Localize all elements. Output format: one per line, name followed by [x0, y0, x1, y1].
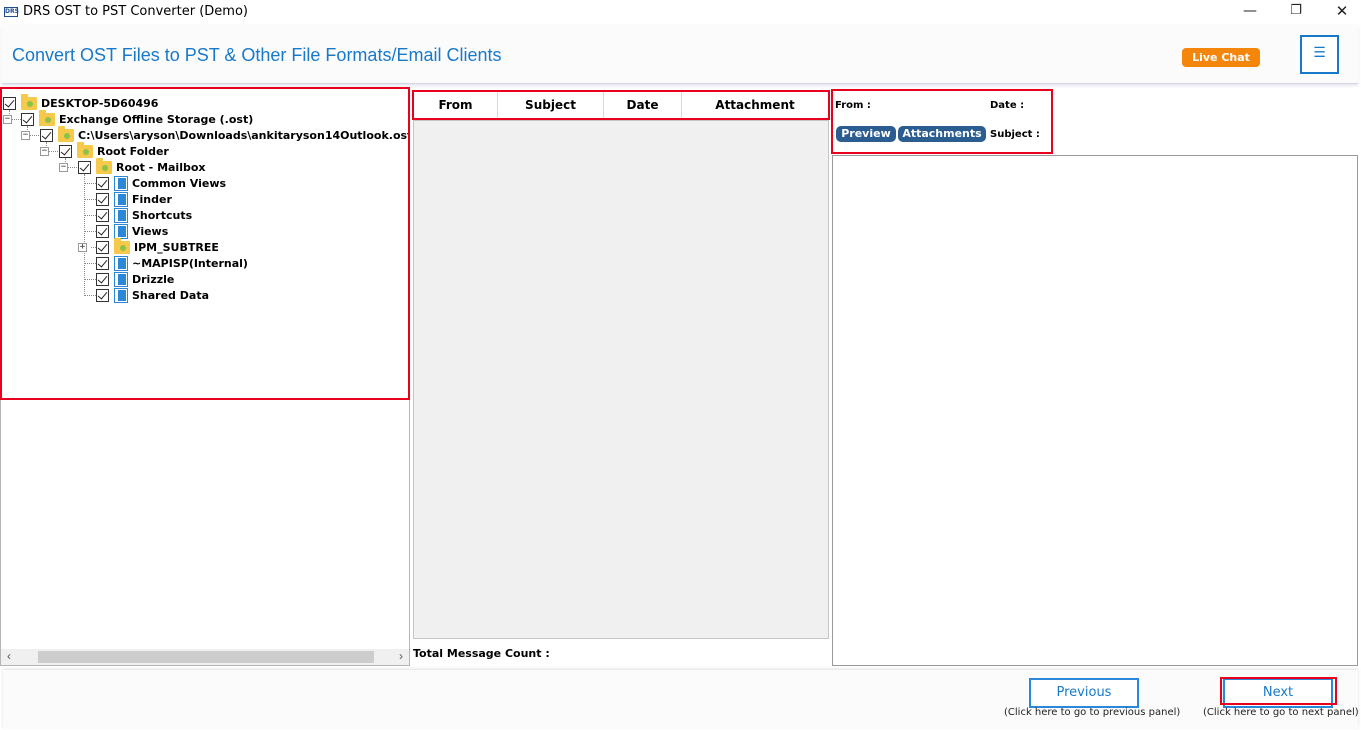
storage-folder-icon — [39, 109, 55, 126]
mail-folder-icon — [114, 271, 128, 287]
tree-node-label: Drizzle — [132, 272, 175, 286]
tree-node-label: Common Views — [132, 176, 227, 190]
expand-expander-icon[interactable]: + — [78, 243, 87, 252]
preview-header-highlight-box — [831, 89, 1053, 154]
tree-node-drizzle[interactable]: Drizzle — [96, 271, 174, 287]
tree-checkbox[interactable] — [3, 96, 16, 110]
tree-node-label: Shortcuts — [132, 208, 193, 222]
tree-checkbox[interactable] — [96, 288, 109, 302]
tree-node-ipm-subtree[interactable]: IPM_SUBTREE — [96, 237, 219, 255]
tree-node-finder[interactable]: Finder — [96, 191, 172, 207]
tree-checkbox[interactable] — [78, 160, 91, 174]
tree-node-label: DESKTOP-5D60496 — [41, 96, 159, 110]
tree-node-label: Root - Mailbox — [116, 160, 206, 174]
next-hint: (Click here to go to next panel) — [1203, 707, 1359, 718]
maximize-button[interactable]: ❐ — [1273, 0, 1319, 24]
preview-tab[interactable]: Preview — [836, 126, 896, 142]
tree-node-label: Views — [132, 224, 169, 238]
tree-node-label: ~MAPISP(Internal) — [132, 256, 248, 270]
tree-checkbox[interactable] — [96, 224, 109, 238]
tree-checkbox[interactable] — [96, 256, 109, 270]
message-list-header: From Subject Date Attachment — [414, 92, 828, 118]
title-bar: DRS DRS OST to PST Converter (Demo) — ❐ … — [0, 0, 1361, 24]
folder-icon — [114, 237, 130, 254]
window-title: DRS OST to PST Converter (Demo) — [23, 4, 248, 19]
attachments-tab[interactable]: Attachments — [898, 126, 986, 142]
date-label: Date : — [990, 100, 1025, 111]
tree-node-views[interactable]: Views — [96, 223, 168, 239]
tree-checkbox[interactable] — [96, 240, 109, 254]
tree-node-ost-file[interactable]: C:\Users\aryson\Downloads\ankitaryson14O… — [40, 125, 410, 143]
next-button[interactable]: Next — [1223, 678, 1333, 708]
hamburger-menu-button[interactable]: ☰ — [1300, 35, 1339, 74]
previous-button[interactable]: Previous — [1029, 678, 1139, 708]
tree-node-label: Finder — [132, 192, 172, 206]
tree-checkbox[interactable] — [96, 176, 109, 190]
live-chat-button[interactable]: Live Chat — [1182, 48, 1260, 67]
collapse-expander-icon[interactable]: − — [21, 131, 30, 140]
header-banner: Convert OST Files to PST & Other File Fo… — [2, 24, 1358, 84]
folder-icon — [77, 141, 93, 158]
tree-horizontal-scrollbar[interactable]: ‹ › — [1, 649, 409, 665]
mail-folder-icon — [114, 207, 128, 223]
collapse-expander-icon[interactable]: − — [40, 147, 49, 156]
mail-folder-icon — [114, 287, 128, 303]
scroll-left-icon[interactable]: ‹ — [1, 649, 17, 665]
mail-folder-icon — [114, 175, 128, 191]
tree-node-root-mailbox[interactable]: Root - Mailbox — [78, 157, 206, 175]
column-header-attachment[interactable]: Attachment — [682, 92, 828, 118]
tree-node-common-views[interactable]: Common Views — [96, 175, 226, 191]
tree-checkbox[interactable] — [21, 112, 34, 126]
tree-node-exchange-storage[interactable]: Exchange Offline Storage (.ost) — [21, 109, 254, 127]
minimize-button[interactable]: — — [1227, 0, 1273, 24]
tree-node-shortcuts[interactable]: Shortcuts — [96, 207, 192, 223]
folder-icon — [96, 157, 112, 174]
folder-tree-panel: DESKTOP-5D60496 − Exchange Offline Stora… — [0, 87, 410, 666]
tree-node-label: IPM_SUBTREE — [134, 240, 219, 254]
footer-bar — [3, 670, 1358, 728]
collapse-expander-icon[interactable]: − — [59, 163, 68, 172]
tree-node-label: Root Folder — [97, 144, 169, 158]
collapse-expander-icon[interactable]: − — [3, 115, 12, 124]
scrollbar-thumb[interactable] — [38, 651, 374, 663]
previous-hint: (Click here to go to previous panel) — [1004, 707, 1181, 718]
computer-folder-icon — [21, 93, 37, 110]
subject-label: Subject : — [990, 129, 1040, 140]
close-button[interactable]: ✕ — [1319, 0, 1361, 24]
message-preview-pane[interactable] — [832, 155, 1358, 666]
tree-checkbox[interactable] — [96, 192, 109, 206]
message-list-body[interactable] — [413, 120, 829, 639]
total-message-count-label: Total Message Count : — [413, 647, 550, 660]
tree-checkbox[interactable] — [59, 144, 72, 158]
tree-checkbox[interactable] — [40, 128, 53, 142]
scroll-right-icon[interactable]: › — [393, 649, 409, 665]
tree-node-label: Exchange Offline Storage (.ost) — [59, 112, 254, 126]
tree-checkbox[interactable] — [96, 208, 109, 222]
page-title: Convert OST Files to PST & Other File Fo… — [12, 45, 502, 65]
tree-node-root-folder[interactable]: Root Folder — [59, 141, 169, 159]
tree-node-shared-data[interactable]: Shared Data — [96, 287, 209, 303]
column-header-subject[interactable]: Subject — [498, 92, 604, 118]
tree-node-mapisp-internal[interactable]: ~MAPISP(Internal) — [96, 255, 248, 271]
mail-folder-icon — [114, 255, 128, 271]
tree-checkbox[interactable] — [96, 272, 109, 286]
column-header-date[interactable]: Date — [604, 92, 682, 118]
tree-node-label: Shared Data — [132, 288, 209, 302]
app-logo-icon: DRS — [4, 7, 19, 17]
file-folder-icon — [58, 125, 74, 142]
tree-node-label: C:\Users\aryson\Downloads\ankitaryson14O… — [78, 128, 410, 142]
mail-folder-icon — [114, 191, 128, 207]
mail-folder-icon — [114, 223, 128, 239]
tree-node-desktop[interactable]: DESKTOP-5D60496 — [3, 93, 159, 111]
from-label: From : — [835, 100, 871, 111]
column-header-from[interactable]: From — [414, 92, 498, 118]
